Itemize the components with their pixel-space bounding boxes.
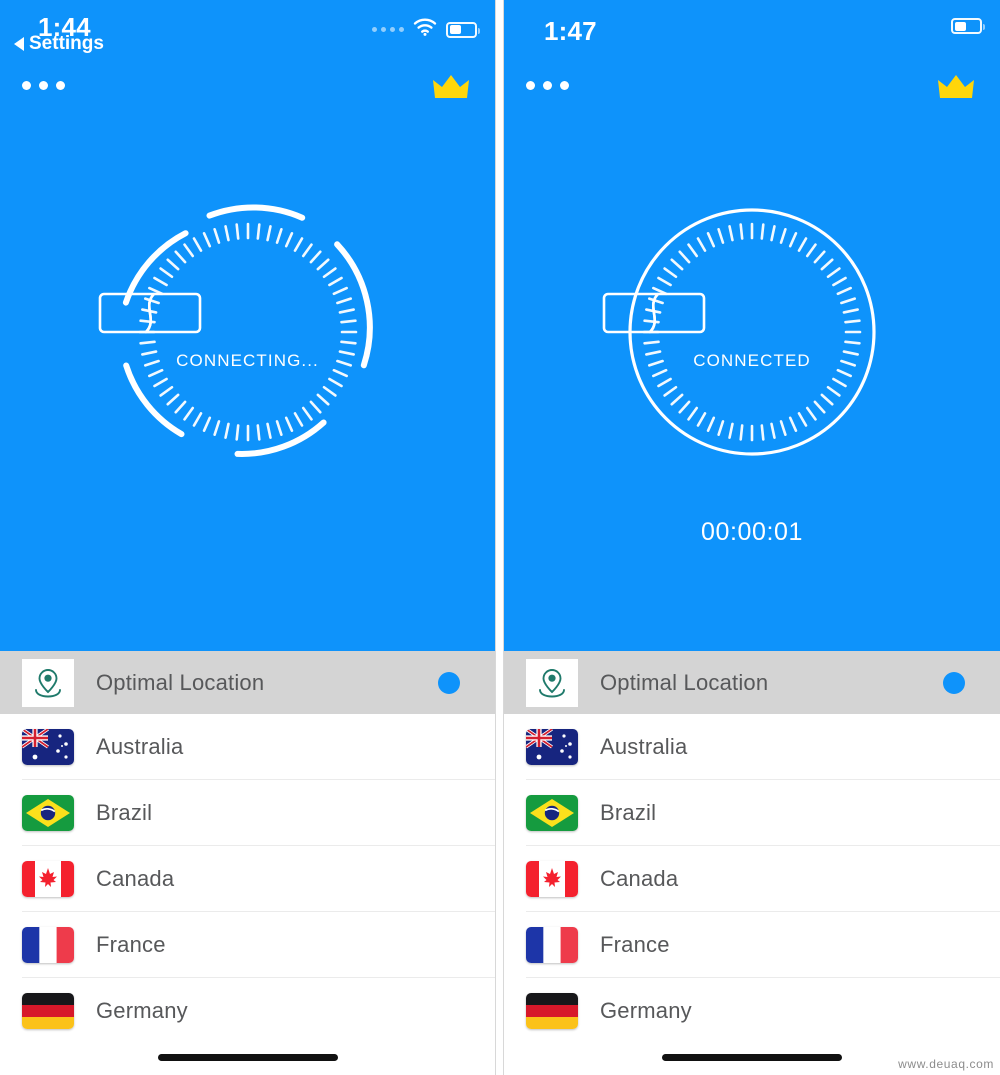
battery-icon xyxy=(951,18,985,34)
list-item-australia[interactable]: Australia xyxy=(0,714,495,780)
list-item-label: France xyxy=(96,932,166,957)
flag-australia xyxy=(526,729,578,765)
connection-dial-connected[interactable]: CONNECTED xyxy=(602,182,902,482)
list-item-label: Brazil xyxy=(96,800,153,825)
flag-canada xyxy=(22,861,74,897)
session-timer: 00:00:01 xyxy=(700,518,804,546)
connection-dial-wrapper[interactable]: CONNECTED xyxy=(504,182,1000,482)
connection-dial-connecting[interactable]: CONNECTING... xyxy=(98,182,398,482)
location-list: Optimal Location Australia Brazil Canada… xyxy=(504,651,1000,1044)
flag-brazil xyxy=(526,795,578,831)
list-item-france[interactable]: France xyxy=(0,912,495,978)
wifi-icon xyxy=(413,18,437,41)
status-indicators xyxy=(951,18,985,34)
dial-status-text: CONNECTED xyxy=(693,351,811,370)
hero-blue-area: 1:47 CONNECTED 00:00:01 xyxy=(504,0,1000,651)
optimal-location-pin-icon xyxy=(22,658,74,707)
back-to-settings-button[interactable]: Settings xyxy=(14,33,104,55)
list-item-canada[interactable]: Canada xyxy=(504,846,1000,912)
list-item-brazil[interactable]: Brazil xyxy=(0,780,495,846)
list-item-optimal-location[interactable]: Optimal Location xyxy=(504,651,1000,714)
more-menu-icon[interactable] xyxy=(526,81,569,90)
phone-screen-connected: 1:47 CONNECTED 00:00:01 Optimal Location… xyxy=(503,0,1000,1075)
flag-canada xyxy=(526,861,578,897)
status-clock: 1:47 xyxy=(544,16,597,46)
status-indicators xyxy=(372,18,480,41)
list-item-label: Optimal Location xyxy=(96,669,265,695)
hero-blue-area: 1:44 Settings CONNECTING... xyxy=(0,0,495,651)
optimal-location-pin-icon xyxy=(526,658,578,707)
app-nav-row xyxy=(0,72,495,112)
list-item-label: Germany xyxy=(600,998,692,1023)
dual-screenshot-container: 1:44 Settings CONNECTING... Optimal Loca… xyxy=(0,0,1000,1075)
status-bar: 1:44 Settings xyxy=(0,0,495,62)
list-item-label: Canada xyxy=(600,866,679,891)
home-indicator[interactable] xyxy=(662,1054,842,1061)
list-item-label: France xyxy=(600,932,670,957)
signal-dots-icon xyxy=(372,27,404,32)
list-item-label: Germany xyxy=(96,998,188,1023)
list-item-germany[interactable]: Germany xyxy=(504,978,1000,1044)
flag-australia xyxy=(22,729,74,765)
flag-germany xyxy=(22,993,74,1029)
list-item-label: Optimal Location xyxy=(600,669,769,695)
list-item-brazil[interactable]: Brazil xyxy=(504,780,1000,846)
list-item-canada[interactable]: Canada xyxy=(0,846,495,912)
vpn-link-icon xyxy=(602,290,902,336)
crown-icon[interactable] xyxy=(936,72,976,107)
list-item-label: Australia xyxy=(96,734,184,759)
connection-dial-wrapper[interactable]: CONNECTING... xyxy=(0,182,495,482)
flag-germany xyxy=(526,993,578,1029)
crown-icon[interactable] xyxy=(431,72,471,107)
selected-indicator-dot xyxy=(943,671,965,694)
flag-brazil xyxy=(22,795,74,831)
list-item-label: Australia xyxy=(600,734,688,759)
more-menu-icon[interactable] xyxy=(22,81,65,90)
battery-icon xyxy=(446,21,480,38)
list-item-optimal-location[interactable]: Optimal Location xyxy=(0,651,495,714)
status-bar: 1:47 xyxy=(504,0,1000,62)
app-nav-row xyxy=(504,72,1000,112)
dial-center-content: CONNECTING... xyxy=(98,290,398,371)
list-item-france[interactable]: France xyxy=(504,912,1000,978)
back-label: Settings xyxy=(29,33,104,54)
home-indicator[interactable] xyxy=(157,1054,338,1061)
selected-indicator-dot xyxy=(438,671,460,694)
flag-france xyxy=(22,927,74,963)
dial-center-content: CONNECTED xyxy=(602,290,902,371)
phone-screen-connecting: 1:44 Settings CONNECTING... Optimal Loca… xyxy=(0,0,496,1075)
site-watermark: www.deuaq.com xyxy=(898,1057,994,1071)
vpn-link-icon xyxy=(98,290,398,336)
list-item-label: Canada xyxy=(96,866,175,891)
list-item-germany[interactable]: Germany xyxy=(0,978,495,1044)
location-list: Optimal Location Australia Brazil Canada… xyxy=(0,651,495,1044)
flag-france xyxy=(526,927,578,963)
list-item-australia[interactable]: Australia xyxy=(504,714,1000,780)
back-caret-icon xyxy=(14,37,24,51)
dial-status-text: CONNECTING... xyxy=(176,351,319,370)
list-item-label: Brazil xyxy=(600,800,657,825)
